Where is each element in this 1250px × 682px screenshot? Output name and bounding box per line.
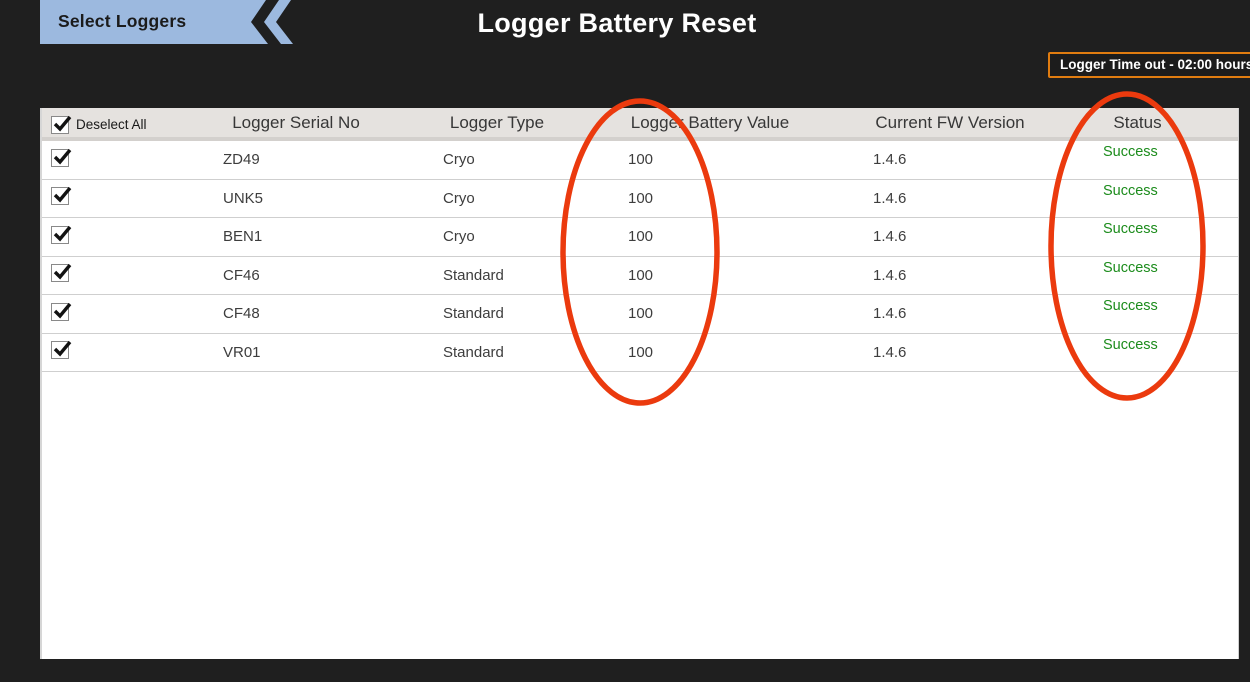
- table-row[interactable]: VR01 Standard 100 1.4.6 Success: [42, 333, 1238, 372]
- row-checkbox[interactable]: [51, 302, 72, 321]
- table-header-row: Deselect All Logger Serial No Logger Typ…: [42, 108, 1238, 141]
- row-checkbox-cell: [42, 225, 97, 248]
- checkmark-icon: [53, 225, 72, 242]
- table-row[interactable]: CF46 Standard 100 1.4.6 Success: [42, 256, 1238, 295]
- table-body: ZD49 Cryo 100 1.4.6 Success UNK5 Cryo 10…: [42, 141, 1238, 372]
- status-cell: Success: [1103, 298, 1158, 314]
- deselect-all-group[interactable]: Deselect All: [51, 108, 147, 141]
- fw-cell: 1.4.6: [873, 189, 907, 207]
- battery-cell: 100: [628, 266, 654, 284]
- battery-cell: 100: [628, 228, 654, 246]
- column-header-battery[interactable]: Logger Battery Value: [601, 113, 819, 133]
- row-checkbox-cell: [42, 187, 97, 209]
- row-checkbox[interactable]: [51, 148, 72, 167]
- page-title: Logger Battery Reset: [477, 8, 757, 38]
- row-checkbox[interactable]: [51, 341, 72, 360]
- battery-cell: 100: [628, 189, 654, 207]
- deselect-all-label: Deselect All: [76, 117, 147, 132]
- fw-cell: 1.4.6: [873, 343, 907, 361]
- column-header-status[interactable]: Status: [1035, 113, 1240, 133]
- status-cell: Success: [1103, 259, 1158, 276]
- table-row[interactable]: BEN1 Cryo 100 1.4.6 Success: [42, 218, 1238, 257]
- checkmark-icon: [53, 302, 72, 319]
- serial-cell: UNK5: [223, 189, 264, 207]
- logger-table: Deselect All Logger Serial No Logger Typ…: [40, 108, 1239, 659]
- logger-timeout-badge: Logger Time out - 02:00 hours: [1048, 52, 1250, 78]
- battery-cell: 100: [628, 343, 654, 361]
- serial-cell: VR01: [223, 343, 261, 361]
- table-row[interactable]: UNK5 Cryo 100 1.4.6 Success: [42, 179, 1238, 218]
- row-checkbox-cell: [42, 302, 97, 325]
- serial-cell: BEN1: [223, 228, 263, 246]
- checkmark-icon: [53, 187, 72, 203]
- table-row[interactable]: ZD49 Cryo 100 1.4.6 Success: [42, 141, 1238, 180]
- row-checkbox[interactable]: [51, 264, 72, 283]
- app-window: Select Loggers Logger Battery Reset Logg…: [0, 0, 1250, 682]
- column-header-type[interactable]: Logger Type: [424, 113, 570, 133]
- row-checkbox[interactable]: [51, 187, 72, 206]
- fw-cell: 1.4.6: [873, 228, 907, 246]
- status-cell: Success: [1103, 221, 1158, 237]
- row-checkbox-cell: [42, 341, 97, 363]
- column-header-serial[interactable]: Logger Serial No: [151, 113, 441, 133]
- battery-cell: 100: [628, 151, 654, 169]
- row-checkbox-cell: [42, 148, 97, 171]
- type-cell: Standard: [443, 266, 504, 284]
- battery-cell: 100: [628, 305, 654, 323]
- checkmark-icon: [53, 115, 72, 132]
- type-cell: Cryo: [443, 189, 475, 207]
- row-checkbox-cell: [42, 264, 97, 286]
- fw-cell: 1.4.6: [873, 305, 907, 323]
- status-cell: Success: [1103, 144, 1158, 160]
- fw-cell: 1.4.6: [873, 151, 907, 169]
- checkmark-icon: [53, 264, 72, 280]
- status-cell: Success: [1103, 182, 1158, 199]
- type-cell: Cryo: [443, 151, 475, 169]
- type-cell: Standard: [443, 305, 504, 323]
- checkmark-icon: [53, 341, 72, 357]
- serial-cell: CF48: [223, 305, 260, 323]
- checkmark-icon: [53, 148, 72, 165]
- serial-cell: CF46: [223, 266, 260, 284]
- type-cell: Cryo: [443, 228, 475, 246]
- serial-cell: ZD49: [223, 151, 260, 169]
- type-cell: Standard: [443, 343, 504, 361]
- status-cell: Success: [1103, 336, 1158, 353]
- fw-cell: 1.4.6: [873, 266, 907, 284]
- select-all-checkbox[interactable]: [51, 115, 72, 134]
- row-checkbox[interactable]: [51, 225, 72, 244]
- table-row[interactable]: CF48 Standard 100 1.4.6 Success: [42, 295, 1238, 334]
